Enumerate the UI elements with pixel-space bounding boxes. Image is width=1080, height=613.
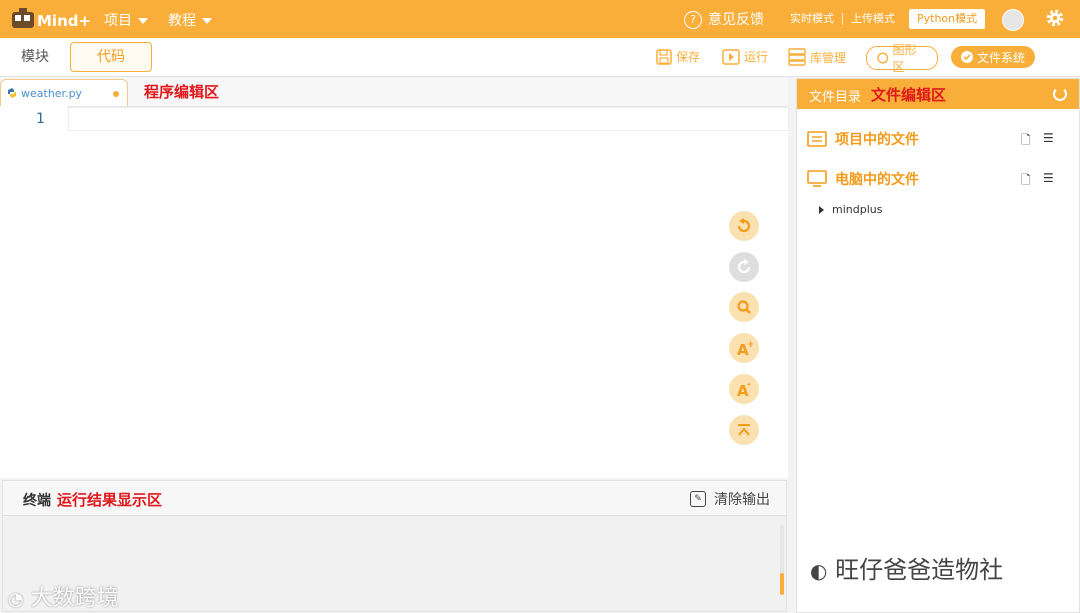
svg-text:+: +	[747, 340, 753, 350]
toolbar: 模块 代码 保存 运行 库管理 图形区 文件系统	[0, 38, 1080, 77]
play-icon	[722, 48, 740, 65]
graph-area-button[interactable]: 图形区	[866, 43, 938, 74]
tab-code[interactable]: 代码	[70, 42, 152, 72]
terminal-panel: 终端 运行结果显示区 ✎ 清除输出	[2, 480, 787, 612]
chevron-down-icon	[138, 18, 148, 24]
watermark-left: ◔ 大数跨境	[8, 586, 119, 611]
font-increase-icon: A+	[737, 340, 753, 357]
save-icon	[656, 48, 672, 65]
file-panel-header: 文件目录 文件编辑区	[797, 79, 1079, 109]
mode-python[interactable]: Python模式	[909, 9, 986, 29]
new-file-icon[interactable]: 🗋	[1021, 131, 1031, 152]
mode-upload[interactable]: 上传模式	[843, 9, 903, 29]
undo-button[interactable]	[729, 211, 759, 241]
menu-icon[interactable]: ☰	[1043, 131, 1054, 145]
file-panel-title: 文件目录	[809, 90, 862, 105]
menu-tutorial[interactable]: 教程	[168, 10, 212, 30]
code-line[interactable]	[68, 107, 789, 131]
font-decrease-icon: A-	[737, 380, 751, 398]
library-manager-button[interactable]: 库管理	[788, 48, 846, 66]
monitor-icon	[807, 170, 827, 187]
menu-project[interactable]: 项目	[104, 10, 148, 30]
chevron-down-icon	[202, 18, 212, 24]
unsaved-dot-icon	[113, 91, 119, 97]
redo-icon	[737, 259, 751, 274]
save-button[interactable]: 保存	[656, 48, 700, 65]
annotation-output-area: 运行结果显示区	[57, 491, 163, 509]
annotation-editor-area: 程序编辑区	[144, 83, 220, 101]
avatar[interactable]	[1002, 9, 1024, 31]
annotation-file-area: 文件编辑区	[871, 86, 947, 104]
font-decrease-button[interactable]: A-	[729, 374, 759, 404]
help-icon: ?	[684, 11, 702, 29]
filesystem-button[interactable]: 文件系统	[951, 46, 1035, 68]
check-circle-icon	[961, 51, 973, 63]
tree-item-mindplus[interactable]: mindplus	[819, 203, 882, 216]
font-increase-button[interactable]: A +	[729, 333, 759, 363]
line-number: 1	[36, 111, 45, 127]
terminal-title: 终端	[23, 493, 51, 509]
refresh-icon[interactable]	[1053, 87, 1067, 101]
broom-icon: ✎	[690, 491, 706, 507]
menu-icon[interactable]: ☰	[1043, 171, 1054, 185]
mindplus-logo[interactable]: Mind+	[10, 6, 90, 32]
file-tab-row: weather.py 程序编辑区	[0, 78, 788, 107]
project-folder-icon	[807, 131, 827, 147]
file-tab-label: weather.py	[21, 86, 83, 100]
terminal-scroll-thumb[interactable]	[780, 573, 784, 595]
code-editor: weather.py 程序编辑区 1 A + A-	[0, 78, 789, 478]
undo-icon	[737, 218, 751, 233]
section-computer-files[interactable]: 电脑中的文件	[807, 169, 919, 189]
tab-blocks[interactable]: 模块	[0, 42, 70, 72]
python-icon	[8, 88, 16, 98]
weibo-icon: ◔	[8, 589, 24, 610]
circle-icon	[877, 52, 889, 64]
top-bar: Mind+ 项目 教程 ? 意见反馈 实时模式 上传模式 Python模式	[0, 0, 1080, 38]
feedback-button[interactable]: ? 意见反馈	[684, 9, 764, 29]
file-tab[interactable]: weather.py	[0, 79, 128, 106]
run-button[interactable]: 运行	[722, 48, 768, 65]
wechat-icon: ◐	[810, 559, 828, 583]
svg-text:Mind+: Mind+	[37, 12, 90, 30]
mode-divider	[842, 13, 843, 25]
scroll-top-button[interactable]	[729, 415, 759, 445]
search-icon	[737, 300, 751, 314]
file-panel: 文件目录 文件编辑区 项目中的文件 🗋 ☰ 电脑中的文件 🗋 ☰ mindplu…	[796, 78, 1080, 613]
watermark-right: ◐ 旺仔爸爸造物社	[810, 556, 1004, 584]
mode-switcher: 实时模式 上传模式 Python模式	[782, 8, 986, 30]
svg-text:-: -	[747, 380, 751, 390]
terminal-header: 终端 运行结果显示区 ✎ 清除输出	[3, 481, 786, 516]
line-gutter	[0, 106, 68, 478]
search-button[interactable]	[729, 292, 759, 322]
library-icon	[788, 48, 806, 66]
new-file-icon[interactable]: 🗋	[1021, 171, 1031, 192]
redo-button[interactable]	[729, 252, 759, 282]
section-project-files[interactable]: 项目中的文件	[807, 129, 919, 149]
mode-realtime[interactable]: 实时模式	[782, 9, 842, 29]
gear-icon[interactable]	[1044, 7, 1066, 29]
scroll-top-icon	[738, 424, 750, 436]
caret-right-icon	[819, 205, 824, 214]
clear-output-button[interactable]: ✎ 清除输出	[690, 489, 770, 509]
